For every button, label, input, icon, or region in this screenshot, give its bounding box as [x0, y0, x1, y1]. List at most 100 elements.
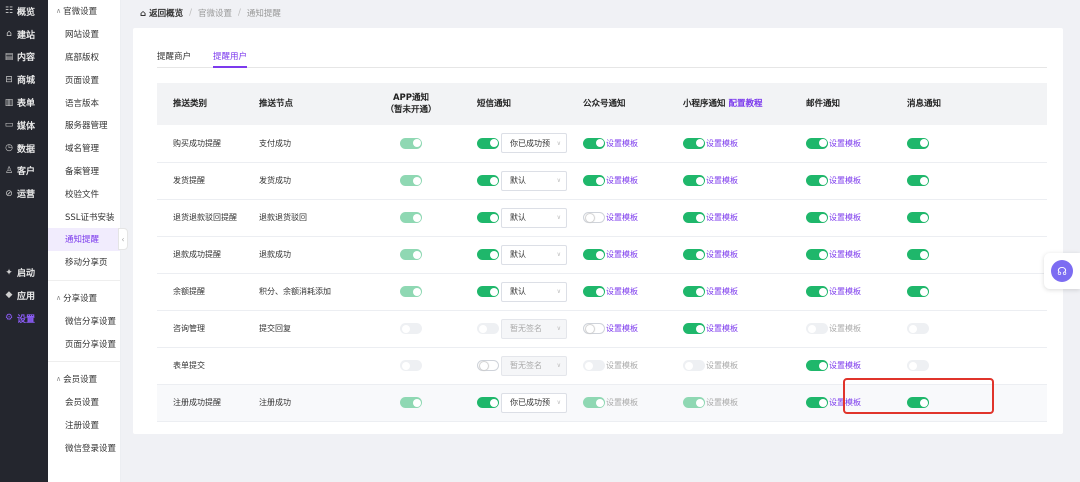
sidebar-item[interactable]: 通知提醒: [48, 227, 120, 251]
message-notify-toggle[interactable]: [907, 397, 929, 408]
nav-item-document[interactable]: ▤ 内容: [0, 46, 48, 69]
email-notify-toggle[interactable]: [806, 397, 828, 408]
mini-template-link[interactable]: 设置模板: [706, 139, 738, 148]
mini-notify-toggle[interactable]: [683, 323, 705, 334]
nav-item-media[interactable]: ▭ 媒体: [0, 114, 48, 137]
wechat-notify-toggle[interactable]: [583, 175, 605, 186]
email-template-link[interactable]: 设置模板: [829, 176, 861, 185]
nav-item-grid[interactable]: ☷ 概览: [0, 0, 48, 23]
tab-user[interactable]: 提醒用户: [213, 48, 248, 68]
wechat-template-link[interactable]: 设置模板: [606, 324, 638, 333]
mini-notify-toggle[interactable]: [683, 249, 705, 260]
sms-notify-toggle[interactable]: [477, 397, 499, 408]
sidebar-item[interactable]: 微信登录设置: [48, 436, 120, 459]
wechat-notify-toggle[interactable]: [583, 286, 605, 297]
sidebar-item[interactable]: 页面分享设置: [48, 332, 120, 355]
sms-template-select[interactable]: 你已成功预 ∨: [501, 133, 567, 154]
email-template-link[interactable]: 设置模板: [829, 250, 861, 259]
nav-item-link[interactable]: ⊘ 运营: [0, 182, 48, 205]
email-template-link[interactable]: 设置模板: [829, 398, 861, 407]
sms-notify-toggle[interactable]: [477, 175, 499, 186]
wechat-template-link[interactable]: 设置模板: [606, 287, 638, 296]
sidebar-item[interactable]: 校验文件: [48, 182, 120, 205]
wechat-notify-toggle[interactable]: [583, 249, 605, 260]
email-notify-toggle[interactable]: [806, 212, 828, 223]
sidebar-item[interactable]: 注册设置: [48, 414, 120, 437]
sidebar-group-title[interactable]: ∧ 会员设置: [48, 368, 120, 391]
email-template-link[interactable]: 设置模板: [829, 361, 861, 370]
wechat-notify-toggle[interactable]: [583, 137, 605, 149]
sidebar-item[interactable]: 备案管理: [48, 160, 120, 183]
sms-notify-toggle[interactable]: [477, 212, 499, 223]
mini-notify-toggle[interactable]: [683, 137, 705, 149]
sidebar-item[interactable]: 微信分享设置: [48, 309, 120, 332]
sidebar-item[interactable]: 服务器管理: [48, 114, 120, 137]
wechat-template-link[interactable]: 设置模板: [606, 213, 638, 222]
mini-template-link: 设置模板: [706, 398, 738, 407]
nav-item-user[interactable]: ♙ 客户: [0, 160, 48, 183]
sidebar-item[interactable]: 移动分享页: [48, 251, 120, 274]
sms-notify-toggle[interactable]: [477, 286, 499, 297]
mini-template-link[interactable]: 设置模板: [706, 287, 738, 296]
sidebar-group-title[interactable]: ∧ 官微设置: [48, 0, 120, 23]
mini-notify-toggle[interactable]: [683, 175, 705, 186]
cell-mini: 设置模板: [667, 273, 790, 310]
sms-template-select[interactable]: 默认 ∨: [501, 207, 567, 228]
sms-template-select[interactable]: 默认 ∨: [501, 170, 567, 191]
sms-template-select[interactable]: 默认 ∨: [501, 281, 567, 302]
sidebar-item[interactable]: 会员设置: [48, 391, 120, 414]
sms-notify-toggle[interactable]: [477, 249, 499, 260]
sidebar-item[interactable]: 域名管理: [48, 137, 120, 160]
message-notify-toggle[interactable]: [907, 137, 929, 149]
message-notify-toggle[interactable]: [907, 249, 929, 260]
wechat-notify-toggle[interactable]: [583, 212, 605, 223]
config-guide-link[interactable]: 配置教程: [728, 99, 762, 109]
nav-item-apps[interactable]: ◆ 应用: [0, 284, 48, 307]
wechat-notify-toggle[interactable]: [583, 323, 605, 334]
sms-template-select[interactable]: 默认 ∨: [501, 244, 567, 265]
mini-notify-toggle[interactable]: [683, 212, 705, 223]
breadcrumb-level1[interactable]: 官微设置: [198, 7, 232, 19]
sidebar-item[interactable]: 页面设置: [48, 68, 120, 91]
sidebar-item[interactable]: 底部版权: [48, 46, 120, 69]
nav-item-launch[interactable]: ✦ 启动: [0, 261, 48, 284]
mini-template-link[interactable]: 设置模板: [706, 250, 738, 259]
mini-template-link[interactable]: 设置模板: [706, 176, 738, 185]
wechat-template-link[interactable]: 设置模板: [606, 250, 638, 259]
message-notify-toggle[interactable]: [907, 286, 929, 297]
mini-notify-toggle[interactable]: [683, 286, 705, 297]
email-notify-toggle[interactable]: [806, 286, 828, 297]
cell-type: 注册成功提醒: [173, 398, 221, 407]
email-notify-toggle[interactable]: [806, 137, 828, 149]
nav-item-home[interactable]: ⌂ 建站: [0, 23, 48, 46]
cell-email: 设置模板: [790, 347, 891, 384]
email-notify-toggle[interactable]: [806, 249, 828, 260]
email-template-link[interactable]: 设置模板: [829, 287, 861, 296]
sidebar-collapse-icon[interactable]: ‹: [118, 228, 128, 250]
nav-item-chart[interactable]: ◷ 数据: [0, 137, 48, 160]
message-notify-toggle[interactable]: [907, 212, 929, 223]
mini-template-link[interactable]: 设置模板: [706, 213, 738, 222]
sms-notify-toggle[interactable]: [477, 360, 499, 371]
tab-merchant[interactable]: 提醒商户: [157, 48, 191, 68]
sidebar-item[interactable]: SSL证书安装: [48, 205, 120, 228]
nav-item-form[interactable]: ▥ 表单: [0, 91, 48, 114]
nav-item-shop[interactable]: ⊟ 商城: [0, 68, 48, 91]
sms-notify-toggle[interactable]: [477, 137, 499, 149]
wechat-template-link[interactable]: 设置模板: [606, 176, 638, 185]
sidebar-item[interactable]: 语言版本: [48, 91, 120, 114]
sms-template-select[interactable]: 你已成功预 ∨: [501, 392, 567, 413]
sidebar-item[interactable]: 网站设置: [48, 23, 120, 46]
nav-item-gear[interactable]: ⚙ 设置: [0, 307, 48, 330]
email-notify-toggle[interactable]: [806, 360, 828, 371]
customer-service-button[interactable]: ☊: [1044, 253, 1080, 289]
mini-template-link[interactable]: 设置模板: [706, 324, 738, 333]
breadcrumb-home[interactable]: ⌂ 返回概览: [140, 7, 183, 19]
email-template-link[interactable]: 设置模板: [829, 213, 861, 222]
email-notify-toggle[interactable]: [806, 175, 828, 186]
email-template-link[interactable]: 设置模板: [829, 139, 861, 148]
nav-item-label: 媒体: [17, 121, 36, 132]
wechat-template-link[interactable]: 设置模板: [606, 139, 638, 148]
sidebar-group-title[interactable]: ∧ 分享设置: [48, 287, 120, 310]
message-notify-toggle[interactable]: [907, 175, 929, 186]
